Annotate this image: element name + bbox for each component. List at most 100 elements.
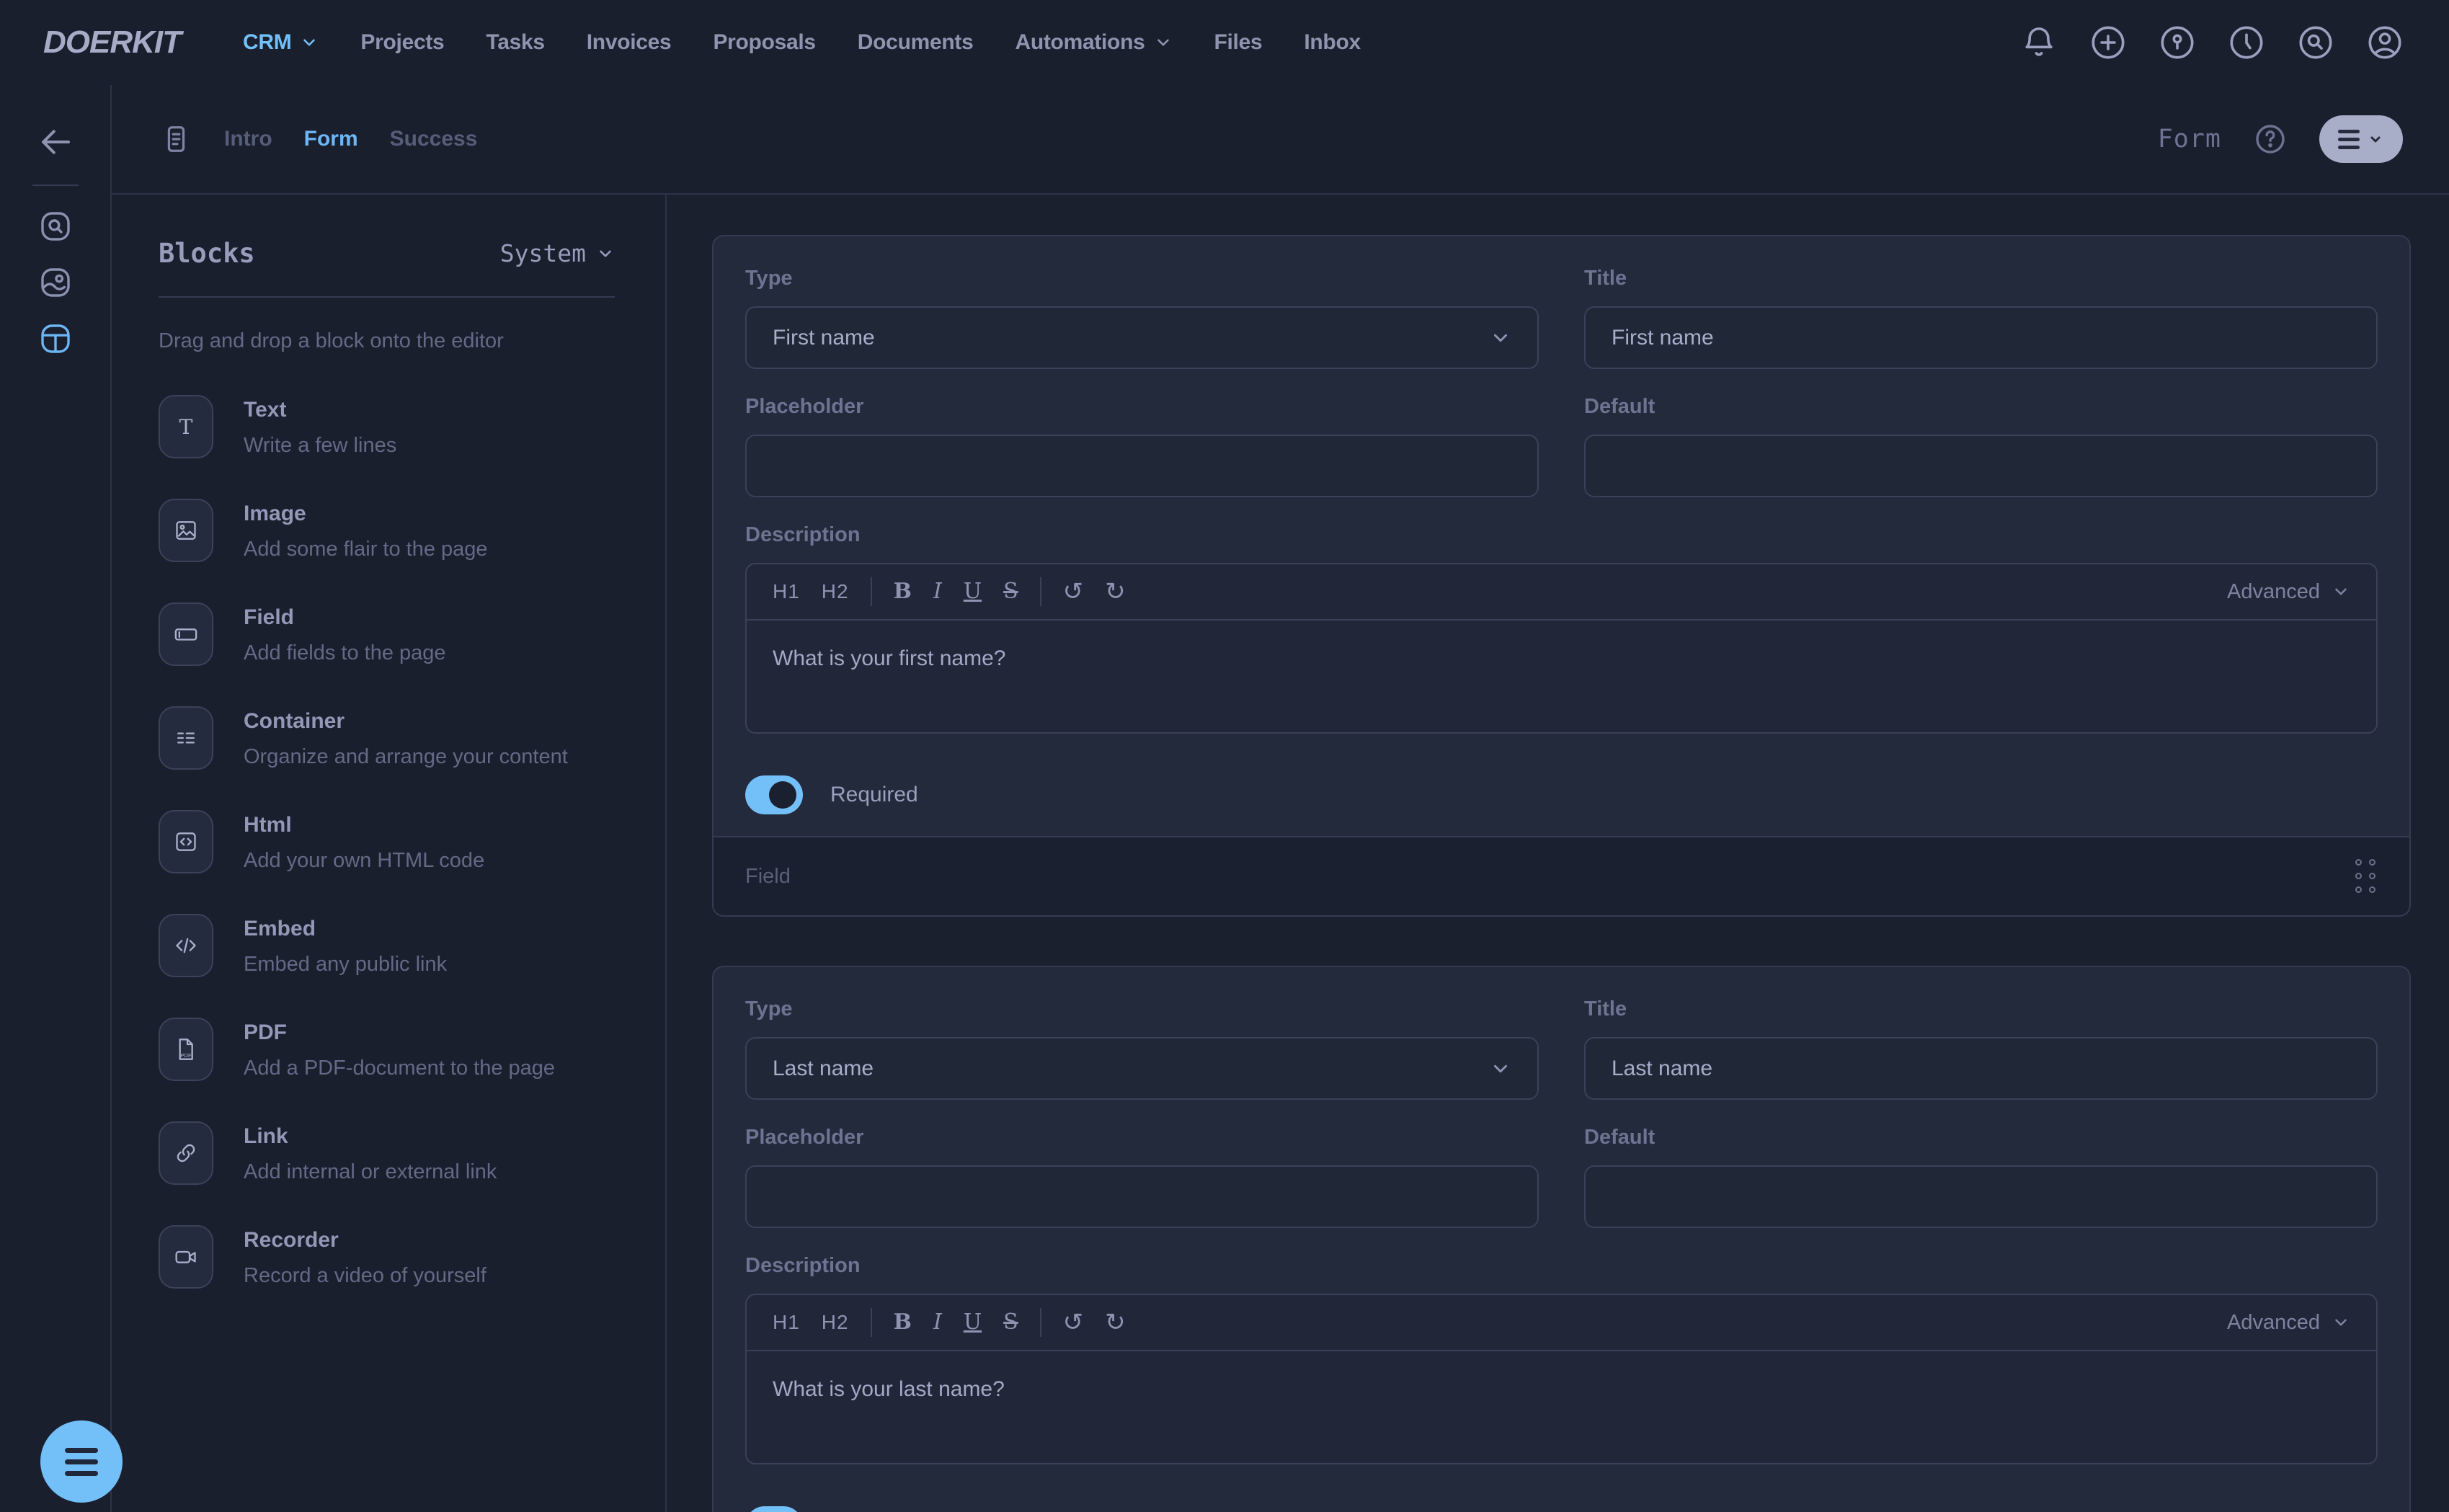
default-label: Default: [1584, 1126, 2378, 1149]
svg-text:T: T: [179, 415, 193, 439]
nav-item-proposals[interactable]: Proposals: [713, 30, 815, 55]
chevron-down-icon: [300, 33, 319, 52]
block-list: T Text Write a few lines Image: [159, 395, 615, 1289]
italic-button[interactable]: I: [933, 1312, 942, 1333]
menu-pill-button[interactable]: [2319, 115, 2403, 163]
italic-button[interactable]: I: [933, 581, 942, 602]
pdf-icon: PDF: [159, 1018, 213, 1081]
h2-button[interactable]: H2: [822, 1312, 849, 1333]
block-item-text[interactable]: T Text Write a few lines: [159, 395, 615, 458]
block-item-link[interactable]: Link Add internal or external link: [159, 1121, 615, 1185]
block-item-html[interactable]: Html Add your own HTML code: [159, 810, 615, 873]
user-circle-icon[interactable]: [2365, 23, 2404, 62]
blocks-panel-title: Blocks: [159, 238, 255, 269]
underline-button[interactable]: U: [964, 581, 982, 602]
placeholder-label: Placeholder: [745, 395, 1539, 419]
location-circle-icon[interactable]: [2158, 23, 2197, 62]
toolbar-separator: [871, 577, 872, 606]
nav-item-invoices[interactable]: Invoices: [587, 30, 672, 55]
title-label: Title: [1584, 997, 2378, 1021]
bell-icon[interactable]: [2019, 23, 2058, 62]
help-circle-icon[interactable]: [2253, 122, 2288, 156]
block-type-label: Field: [745, 865, 791, 889]
block-item-embed[interactable]: Embed Embed any public link: [159, 914, 615, 977]
advanced-dropdown[interactable]: Advanced: [2227, 580, 2350, 604]
nav-item-tasks[interactable]: Tasks: [486, 30, 544, 55]
undo-icon[interactable]: ↺: [1063, 579, 1084, 604]
default-input[interactable]: [1584, 1165, 2378, 1228]
block-item-image[interactable]: Image Add some flair to the page: [159, 499, 615, 562]
link-icon: [159, 1121, 213, 1185]
title-label: Title: [1584, 267, 2378, 290]
title-input[interactable]: [1584, 1037, 2378, 1100]
block-footer: Field: [714, 836, 2409, 915]
strikethrough-button[interactable]: S: [1003, 581, 1018, 602]
tab-form[interactable]: Form: [304, 127, 358, 151]
description-text[interactable]: What is your last name?: [747, 1351, 2376, 1463]
required-toggle[interactable]: [745, 1506, 803, 1512]
blocks-panel: Blocks System Drag and drop a block onto…: [112, 195, 667, 1512]
h1-button[interactable]: H1: [773, 1312, 800, 1333]
recorder-icon: [159, 1225, 213, 1289]
drag-handle-icon[interactable]: [2355, 859, 2376, 894]
nav-item-projects[interactable]: Projects: [360, 30, 444, 55]
chevron-down-icon: [1490, 327, 1511, 349]
topbar-actions: [2019, 23, 2404, 62]
description-editor: H1 H2 B I U S ↺ ↻: [745, 1294, 2378, 1464]
html-icon: [159, 810, 213, 873]
type-select[interactable]: First name: [745, 306, 1539, 369]
top-bar: DOERKIT CRM Projects Tasks Invoices Prop…: [0, 0, 2449, 85]
back-arrow-icon[interactable]: [36, 123, 75, 161]
description-label: Description: [745, 1254, 2378, 1278]
block-item-container[interactable]: Container Organize and arrange your cont…: [159, 706, 615, 770]
bold-button[interactable]: B: [894, 581, 912, 602]
title-input[interactable]: [1584, 306, 2378, 369]
bold-button[interactable]: B: [894, 1312, 912, 1333]
underline-button[interactable]: U: [964, 1312, 982, 1333]
chevron-down-icon: [2332, 1313, 2350, 1332]
redo-icon[interactable]: ↻: [1105, 579, 1126, 604]
search-circle-icon[interactable]: [2296, 23, 2335, 62]
chevron-down-icon: [2367, 130, 2384, 148]
toolbar-separator: [871, 1308, 872, 1337]
layout-tile-icon[interactable]: [38, 321, 73, 356]
h1-button[interactable]: H1: [773, 582, 800, 602]
text-icon: T: [159, 395, 213, 458]
image-icon: [159, 499, 213, 562]
undo-icon[interactable]: ↺: [1063, 1310, 1084, 1335]
nav-item-crm[interactable]: CRM: [243, 30, 319, 55]
block-item-recorder[interactable]: Recorder Record a video of yourself: [159, 1225, 615, 1289]
field-icon: [159, 602, 213, 666]
image-tile-icon[interactable]: [38, 265, 73, 300]
placeholder-input[interactable]: [745, 1165, 1539, 1228]
strikethrough-button[interactable]: S: [1003, 1312, 1018, 1333]
search-tile-icon[interactable]: [38, 209, 73, 244]
required-toggle[interactable]: [745, 775, 803, 814]
default-input[interactable]: [1584, 435, 2378, 497]
tab-intro[interactable]: Intro: [224, 127, 272, 151]
blocks-hint: Drag and drop a block onto the editor: [159, 329, 615, 353]
block-item-pdf[interactable]: PDF PDF Add a PDF-document to the page: [159, 1018, 615, 1081]
page-title: Form: [2158, 125, 2221, 154]
nav-item-automations[interactable]: Automations: [1015, 30, 1172, 55]
nav-item-documents[interactable]: Documents: [858, 30, 974, 55]
placeholder-input[interactable]: [745, 435, 1539, 497]
rich-text-toolbar: H1 H2 B I U S ↺ ↻: [747, 1295, 2376, 1351]
plus-circle-icon[interactable]: [2089, 23, 2128, 62]
nav-item-files[interactable]: Files: [1214, 30, 1263, 55]
chevron-down-icon: [2332, 582, 2350, 601]
redo-icon[interactable]: ↻: [1105, 1310, 1126, 1335]
clock-icon[interactable]: [2227, 23, 2266, 62]
description-text[interactable]: What is your first name?: [747, 621, 2376, 732]
rich-text-toolbar: H1 H2 B I U S ↺ ↻: [747, 564, 2376, 621]
tab-success[interactable]: Success: [390, 127, 478, 151]
advanced-dropdown[interactable]: Advanced: [2227, 1311, 2350, 1335]
block-item-field[interactable]: Field Add fields to the page: [159, 602, 615, 666]
h2-button[interactable]: H2: [822, 582, 849, 602]
blocks-category-dropdown[interactable]: System: [500, 239, 615, 267]
nav-item-inbox[interactable]: Inbox: [1304, 30, 1361, 55]
menu-fab[interactable]: [40, 1420, 123, 1503]
field-block-card-first-name: Type First name Title: [712, 235, 2411, 917]
container-icon: [159, 706, 213, 770]
type-select[interactable]: Last name: [745, 1037, 1539, 1100]
